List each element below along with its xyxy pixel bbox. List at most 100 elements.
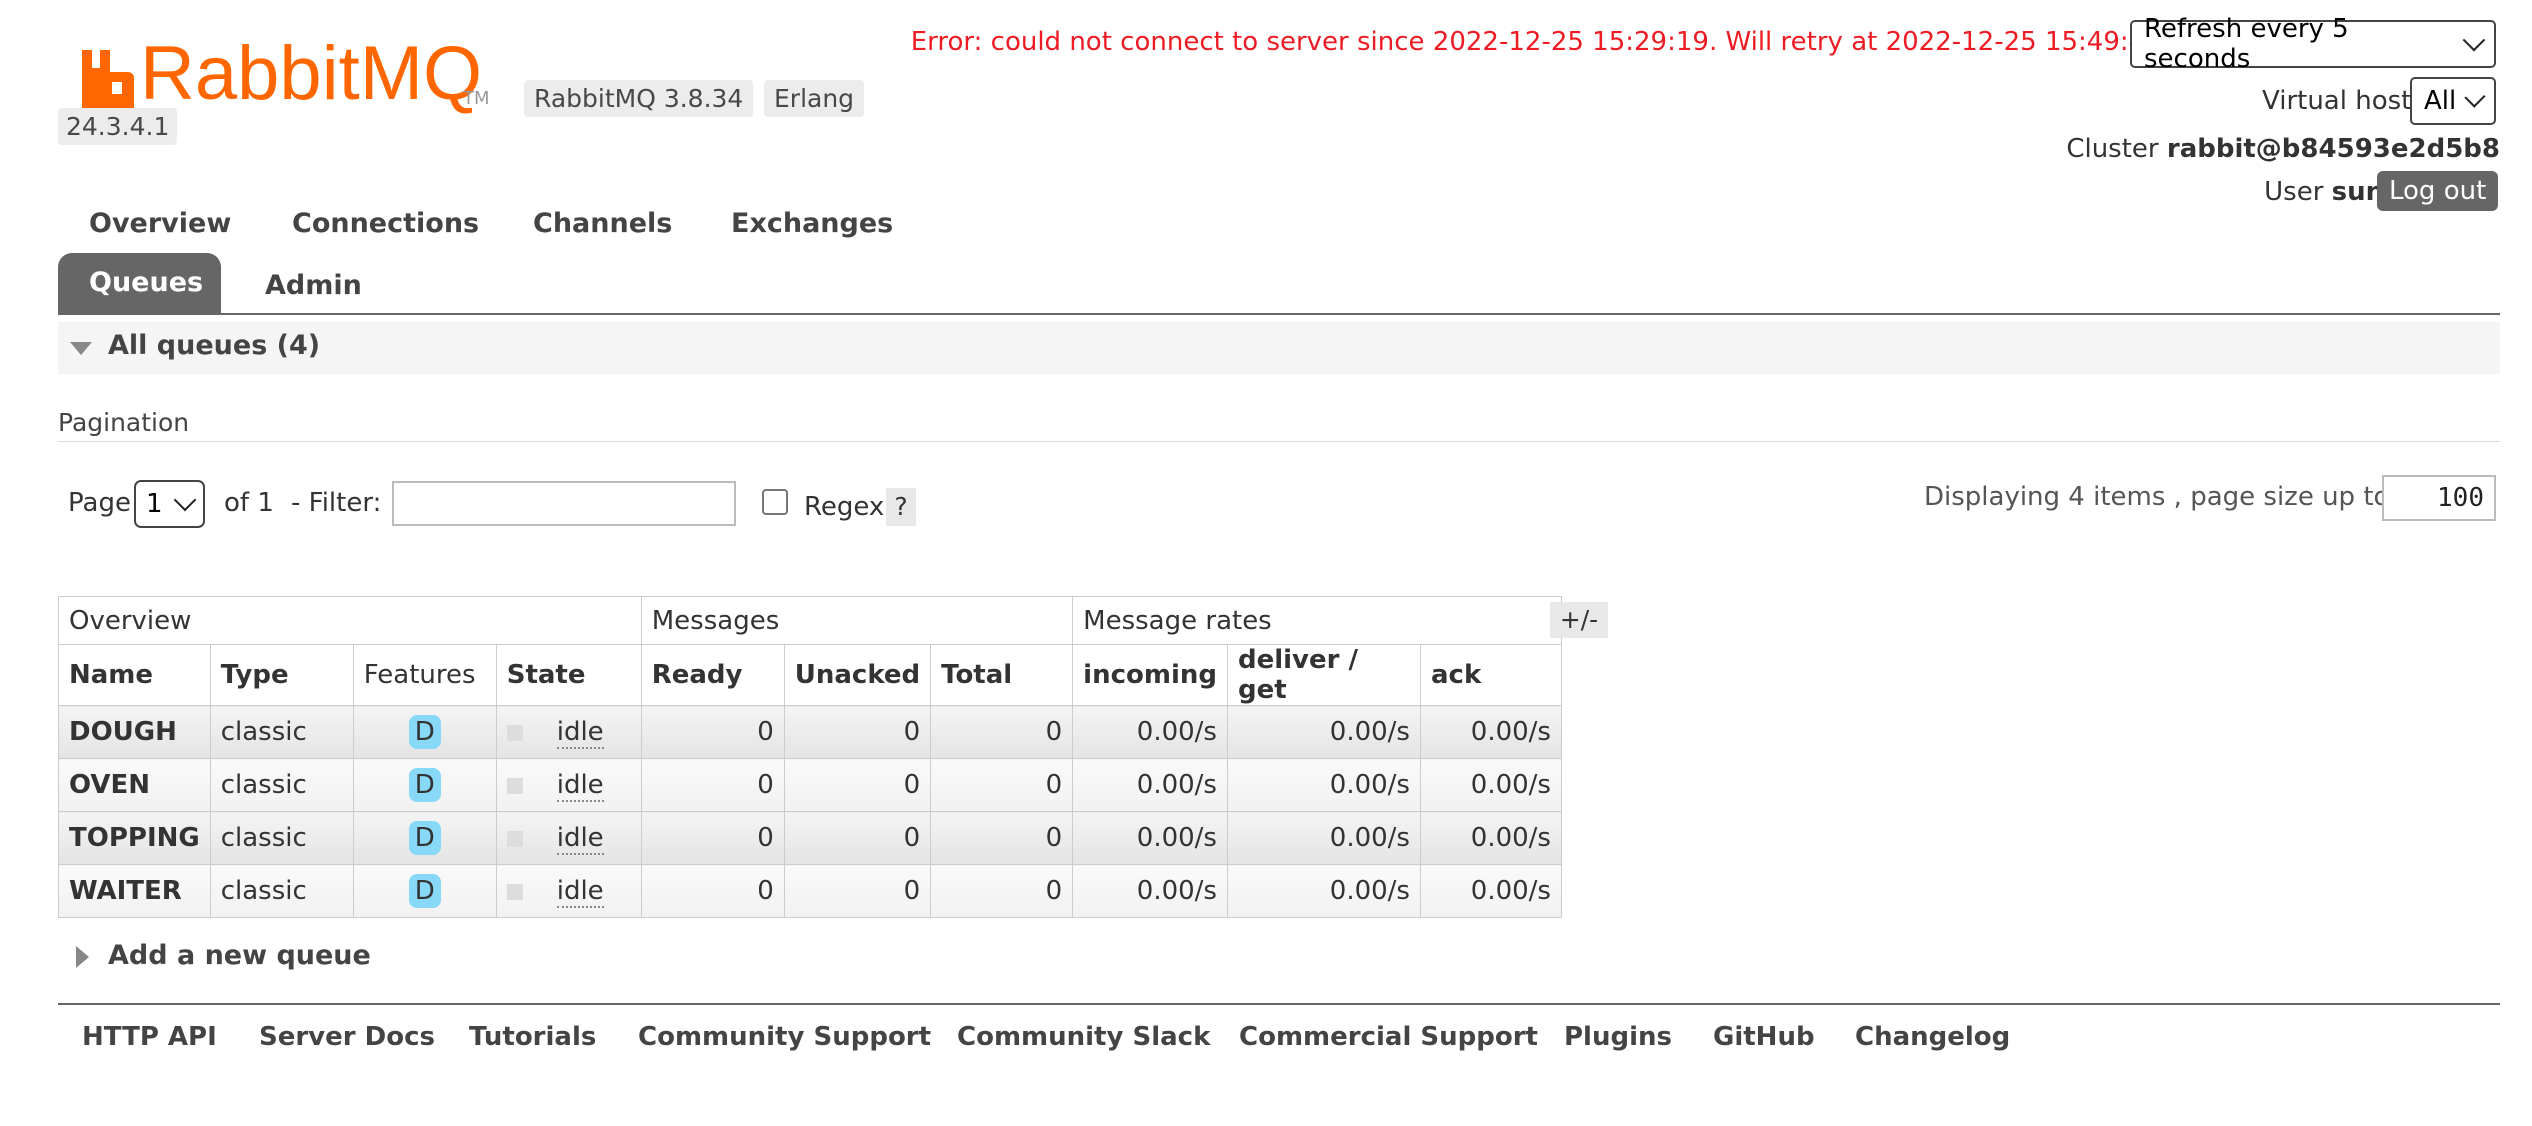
footer-link-community-slack[interactable]: Community Slack (957, 1022, 1210, 1052)
col-name[interactable]: Name (58, 644, 211, 706)
tab-channels[interactable]: Channels (533, 208, 672, 239)
total-count: 0 (930, 811, 1074, 865)
col-ready[interactable]: Ready (640, 644, 785, 706)
deliver-get-rate: 0.00/s (1226, 758, 1421, 812)
state-label[interactable]: idle (556, 823, 604, 855)
ack-rate: 0.00/s (1419, 811, 1562, 865)
feature-durable-badge[interactable]: D (408, 768, 441, 802)
collapse-arrow-icon (70, 342, 92, 355)
footer-link-community-support[interactable]: Community Support (638, 1022, 931, 1052)
footer-link-github[interactable]: GitHub (1713, 1022, 1815, 1052)
group-messages: Messages (640, 596, 1074, 645)
queue-name-link[interactable]: WAITER (69, 876, 182, 906)
regex-label: Regex (804, 492, 885, 522)
state-indicator-icon (506, 883, 523, 900)
page-select[interactable]: 1 (134, 480, 205, 528)
footer-link-server-docs[interactable]: Server Docs (259, 1022, 435, 1052)
total-count: 0 (930, 705, 1074, 759)
incoming-rate: 0.00/s (1072, 811, 1228, 865)
deliver-get-rate: 0.00/s (1226, 811, 1421, 865)
display-count-text: Displaying 4 items , page size up to: (1924, 482, 2399, 512)
tab-queues-label: Queues (89, 267, 204, 298)
version-badge: RabbitMQ 3.8.34 (524, 80, 754, 117)
col-ack[interactable]: ack (1419, 644, 1562, 706)
ready-count: 0 (640, 864, 785, 918)
state-indicator-icon (506, 724, 523, 741)
page-select-value: 1 (146, 489, 163, 519)
ack-rate: 0.00/s (1419, 758, 1562, 812)
user-label: User (2264, 177, 2324, 207)
total-count: 0 (930, 864, 1074, 918)
state-indicator-icon (506, 830, 523, 847)
page-label: Page (68, 488, 131, 518)
feature-durable-badge[interactable]: D (408, 715, 441, 749)
deliver-get-rate: 0.00/s (1226, 705, 1421, 759)
col-incoming[interactable]: incoming (1072, 644, 1228, 706)
queue-name-link[interactable]: DOUGH (69, 717, 177, 747)
regex-help-button[interactable]: ? (886, 488, 916, 526)
ack-rate: 0.00/s (1419, 705, 1562, 759)
footer-link-plugins[interactable]: Plugins (1564, 1022, 1672, 1052)
unacked-count: 0 (783, 811, 932, 865)
cluster-value: rabbit@b84593e2d5b8 (2166, 134, 2500, 164)
rabbit-logo-icon (82, 50, 134, 114)
queue-type: classic (209, 811, 354, 865)
ack-rate: 0.00/s (1419, 864, 1562, 918)
regex-checkbox[interactable] (762, 489, 788, 515)
table-row: DOUGH classic D idle 0 0 0 0.00/s 0.00/s… (58, 705, 1562, 759)
erlang-version-badge: 24.3.4.1 (58, 108, 178, 145)
state-indicator-icon (506, 777, 523, 794)
incoming-rate: 0.00/s (1072, 705, 1228, 759)
queue-name-link[interactable]: TOPPING (69, 823, 200, 853)
tab-exchanges[interactable]: Exchanges (731, 208, 893, 239)
col-type[interactable]: Type (209, 644, 354, 706)
queue-name-link[interactable]: OVEN (69, 770, 150, 800)
table-group-header-row: Overview Messages Message rates (58, 596, 1562, 645)
queue-type: classic (209, 758, 354, 812)
state-label[interactable]: idle (556, 770, 604, 802)
page-size-value: 100 (2437, 483, 2484, 513)
footer-link-changelog[interactable]: Changelog (1855, 1022, 2010, 1052)
filter-input[interactable] (392, 481, 736, 526)
all-queues-header[interactable]: All queues (4) (58, 322, 2500, 374)
feature-durable-badge[interactable]: D (408, 874, 441, 908)
col-unacked[interactable]: Unacked (783, 644, 932, 706)
footer-link-http-api[interactable]: HTTP API (82, 1022, 217, 1052)
ready-count: 0 (640, 705, 785, 759)
col-deliver-get[interactable]: deliver / get (1226, 644, 1421, 706)
tab-admin[interactable]: Admin (265, 270, 362, 301)
tab-overview[interactable]: Overview (89, 208, 231, 239)
logo-word-rabbit: RabbitMQ (140, 34, 482, 114)
queue-type: classic (209, 864, 354, 918)
page-of-label: of 1 (224, 488, 274, 518)
virtual-host-select[interactable]: All (2410, 77, 2496, 125)
refresh-select[interactable]: Refresh every 5 seconds (2130, 14, 2496, 74)
table-row: TOPPING classic D idle 0 0 0 0.00/s 0.00… (58, 811, 1562, 865)
feature-durable-badge[interactable]: D (408, 821, 441, 855)
column-toggle-button[interactable]: +/- (1550, 602, 1608, 638)
logo-tm: TM (463, 88, 490, 109)
section-title: All queues (4) (108, 330, 321, 361)
filter-label: - Filter: (291, 488, 382, 518)
footer-link-commercial-support[interactable]: Commercial Support (1239, 1022, 1538, 1052)
col-features[interactable]: Features (352, 644, 497, 706)
page-size-input[interactable]: 100 (2382, 475, 2496, 521)
tab-connections[interactable]: Connections (292, 208, 479, 239)
col-state[interactable]: State (495, 644, 642, 706)
incoming-rate: 0.00/s (1072, 864, 1228, 918)
virtual-host-label: Virtual host (2262, 86, 2412, 116)
chevron-down-icon (2464, 86, 2486, 108)
tab-queues[interactable]: Queues (58, 253, 221, 315)
state-label[interactable]: idle (556, 876, 604, 908)
add-queue-title: Add a new queue (108, 940, 371, 971)
queue-type: classic (209, 705, 354, 759)
queues-table: Overview Messages Message rates Name Typ… (58, 596, 1562, 918)
deliver-get-rate: 0.00/s (1226, 864, 1421, 918)
footer-divider (58, 1003, 2500, 1005)
footer-link-tutorials[interactable]: Tutorials (469, 1022, 596, 1052)
ready-count: 0 (640, 811, 785, 865)
ready-count: 0 (640, 758, 785, 812)
logout-button[interactable]: Log out (2377, 171, 2499, 211)
col-total[interactable]: Total (930, 644, 1074, 706)
state-label[interactable]: idle (556, 717, 604, 749)
